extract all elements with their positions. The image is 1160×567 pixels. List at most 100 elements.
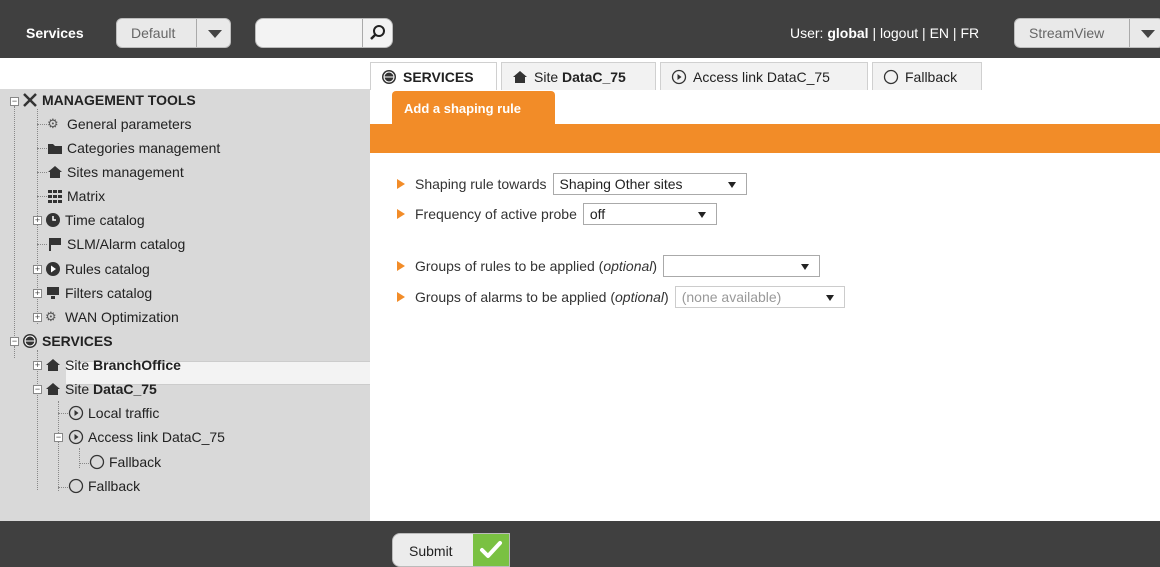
separator: |	[952, 25, 957, 41]
organization-name: StreamGroomers	[24, 58, 132, 74]
expand-toggle[interactable]: +	[33, 216, 42, 225]
collapse-toggle[interactable]: −	[33, 385, 42, 394]
user-name: global	[827, 25, 869, 41]
tree-label: Sites management	[67, 164, 184, 180]
tree-categories-management[interactable]: Categories management	[47, 137, 220, 159]
lang-fr-link[interactable]: FR	[960, 25, 979, 41]
play-circle-outline-icon	[68, 405, 84, 421]
groups-rules-select[interactable]	[663, 255, 821, 277]
house-icon	[513, 70, 527, 83]
tree-label: SLM/Alarm catalog	[67, 236, 186, 252]
tree-filters-catalog[interactable]: Filters catalog	[45, 282, 152, 304]
tree-wan-optimization[interactable]: ⚙ WAN Optimization	[45, 306, 179, 328]
expand-toggle[interactable]: +	[33, 313, 42, 322]
logout-link[interactable]: logout	[880, 25, 918, 41]
tree-local-traffic[interactable]: Local traffic	[68, 402, 159, 424]
tree-site-branchoffice[interactable]: Site BranchOffice	[45, 354, 181, 376]
tab-add-shaping-rule[interactable]: Add a shaping rule	[392, 91, 555, 125]
tree-line	[58, 401, 59, 491]
collapse-toggle[interactable]: −	[54, 433, 63, 442]
tree-fallback-nested[interactable]: Fallback	[89, 451, 161, 473]
folder-icon	[48, 144, 62, 154]
shaping-target-select[interactable]: Shaping Other sites	[552, 173, 747, 195]
tree-label: WAN Optimization	[65, 309, 179, 325]
bottom-bar	[0, 521, 1160, 567]
tree-line	[37, 196, 47, 197]
tree-label: Fallback	[88, 478, 141, 494]
separator: |	[922, 25, 926, 41]
field-label: Frequency of active probe	[415, 206, 577, 222]
arrow-bullet-icon	[397, 261, 405, 271]
services-label: Services	[26, 25, 84, 41]
tree-label: Site DataC_75	[65, 381, 157, 397]
default-select-value: Default	[131, 25, 176, 41]
submit-button[interactable]: Submit	[392, 533, 510, 567]
groups-alarms-select[interactable]: (none available)	[674, 286, 845, 308]
tree-rules-catalog[interactable]: Rules catalog	[45, 258, 150, 280]
tab-label: SERVICES	[403, 68, 474, 85]
tree-matrix[interactable]: Matrix	[47, 185, 105, 207]
play-circle-outline-icon	[671, 69, 687, 84]
top-bar: Services Default User: global | logout |…	[0, 0, 1160, 74]
tree-line	[37, 148, 47, 149]
tree-services[interactable]: SERVICES	[22, 330, 113, 352]
circle-outline-icon	[68, 478, 84, 494]
arrow-bullet-icon	[397, 209, 405, 219]
tree-management-tools[interactable]: MANAGEMENT TOOLS	[22, 89, 196, 111]
tree-line	[37, 124, 47, 125]
tree-line	[79, 463, 89, 464]
house-icon	[46, 383, 60, 395]
tree-line	[58, 413, 68, 414]
tree-label: Site BranchOffice	[65, 357, 181, 373]
search-button[interactable]	[362, 19, 392, 47]
grid-icon	[48, 190, 62, 203]
frequency-row: Frequency of active probe off	[397, 202, 717, 226]
default-select[interactable]: Default	[116, 18, 231, 48]
chevron-down-icon	[801, 264, 810, 270]
tab-services[interactable]: SERVICES	[370, 62, 497, 90]
tree-label: MANAGEMENT TOOLS	[42, 92, 196, 108]
field-label: Shaping rule towards	[415, 176, 547, 192]
tree-line	[58, 487, 68, 488]
checkmark-icon	[473, 534, 509, 566]
expand-toggle[interactable]: +	[33, 361, 42, 370]
collapse-toggle[interactable]: −	[10, 337, 19, 346]
expand-toggle[interactable]: +	[33, 265, 42, 274]
tab-site[interactable]: Site DataC_75	[501, 62, 656, 90]
tree-fallback[interactable]: Fallback	[68, 475, 140, 497]
tab-fallback[interactable]: Fallback	[872, 62, 982, 90]
view-select[interactable]: StreamView	[1014, 18, 1160, 48]
field-label: Groups of alarms to be applied (optional…	[415, 289, 669, 305]
tree-line	[14, 346, 15, 358]
tree-label: Access link DataC_75	[88, 429, 225, 445]
separator: |	[872, 25, 877, 41]
lang-en-link[interactable]: EN	[930, 25, 949, 41]
tab-access-link[interactable]: Access link DataC_75	[660, 62, 868, 90]
tree-site-datac[interactable]: Site DataC_75	[45, 378, 157, 400]
search-box[interactable]	[255, 18, 393, 48]
tree-line	[37, 350, 38, 490]
chevron-down-icon	[825, 295, 834, 301]
frequency-select[interactable]: off	[582, 203, 717, 225]
circle-outline-icon	[89, 454, 105, 470]
tree-label: Time catalog	[65, 212, 145, 228]
tree-label: Fallback	[109, 454, 162, 470]
tools-icon	[23, 93, 37, 107]
expand-toggle[interactable]: +	[33, 289, 42, 298]
collapse-toggle[interactable]: −	[10, 97, 19, 106]
tree-line	[14, 106, 15, 342]
select-value: off	[589, 206, 606, 222]
user-menu: User: global | logout | EN | FR	[790, 25, 979, 41]
play-circle-outline-icon	[68, 429, 84, 445]
chevron-down-icon	[697, 212, 706, 218]
tree-access-link[interactable]: Access link DataC_75	[68, 426, 225, 448]
tree-time-catalog[interactable]: Time catalog	[45, 209, 145, 231]
tree-sites-management[interactable]: Sites management	[47, 161, 184, 183]
tree-label: Filters catalog	[65, 285, 153, 301]
tree-slm-alarm-catalog[interactable]: SLM/Alarm catalog	[47, 233, 185, 255]
tab-label-prefix: Site	[534, 68, 559, 85]
tree-general-parameters[interactable]: ⚙ General parameters	[47, 113, 192, 135]
view-select-value: StreamView	[1029, 25, 1105, 41]
search-icon	[370, 25, 385, 40]
tab-label: Fallback	[905, 68, 958, 85]
